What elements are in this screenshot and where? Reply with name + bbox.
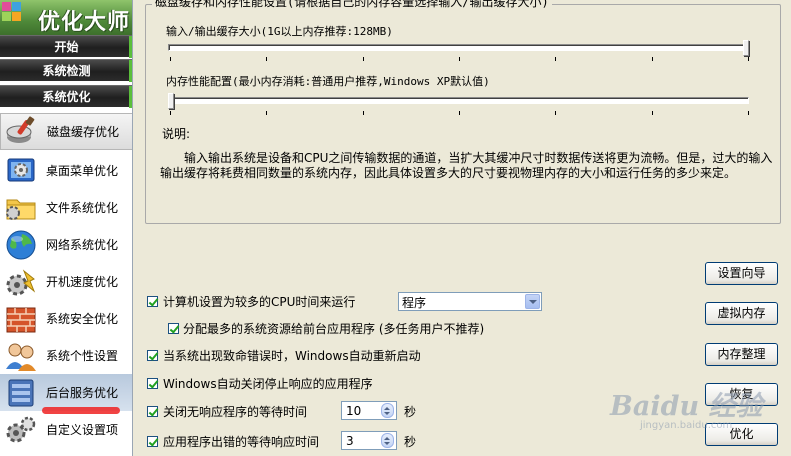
sidebar-item-label: 后台服务优化 (46, 386, 119, 400)
desktop-gear-icon (4, 154, 38, 188)
memory-defrag-button[interactable]: 内存整理 (705, 343, 778, 366)
memory-config-label: 内存性能配置(最小内存消耗:普通用户推荐,Windows XP默认值) (166, 75, 490, 88)
section-system-optimize-label: 系统优化 (42, 90, 91, 104)
group-title: 磁盘缓存和内存性能设置(请根据自己的内存容量选择输入/输出缓存大小) (152, 0, 552, 10)
slider-tick (266, 111, 267, 115)
virtual-memory-button[interactable]: 虚拟内存 (705, 302, 778, 325)
close-wait-checkbox[interactable] (147, 406, 158, 417)
auto-restart-label: 当系统出现致命错误时，Windows自动重新启动 (163, 349, 421, 363)
speed-gear-icon (4, 265, 38, 299)
close-wait-value: 10 (346, 404, 362, 418)
section-start[interactable]: 开始 (0, 35, 132, 58)
slider-tick (748, 57, 749, 61)
error-wait-unit: 秒 (404, 435, 417, 449)
memory-config-slider-ticks (170, 111, 750, 115)
auto-close-label: Windows自动关闭停止响应的应用程序 (163, 377, 373, 391)
sidebar-item-boot-speed[interactable]: 开机速度优化 (0, 263, 132, 300)
section-start-label: 开始 (54, 40, 79, 54)
optimize-button[interactable]: 优化 (705, 423, 778, 446)
cpu-priority-value: 程序 (402, 296, 427, 310)
chevron-down-icon[interactable] (525, 294, 540, 309)
slider-tick (459, 57, 460, 61)
io-cache-slider-ticks (170, 57, 750, 61)
description-text: 输入输出系统是设备和CPU之间传输数据的通道，当扩大其缓冲尺寸时数据传送将更为流… (160, 151, 773, 180)
slider-tick (748, 111, 749, 115)
slider-tick (652, 57, 653, 61)
sidebar-item-label: 系统个性设置 (46, 349, 119, 363)
folder-gear-icon (4, 191, 38, 225)
sidebar-item-security[interactable]: 系统安全优化 (0, 300, 132, 337)
gears-icon (4, 413, 38, 447)
slider-tick (652, 111, 653, 115)
slider-tick (363, 57, 364, 61)
cpu-time-checkbox[interactable] (147, 296, 158, 307)
io-cache-slider-thumb[interactable] (743, 40, 749, 56)
sidebar-item-label: 文件系统优化 (46, 201, 119, 215)
error-wait-label: 应用程序出错的等待响应时间 (163, 435, 320, 449)
section-system-check[interactable]: 系统检测 (0, 59, 132, 82)
sidebar-item-label: 自定义设置项 (46, 423, 119, 437)
slider-tick (555, 57, 556, 61)
redaction-mark (42, 407, 120, 414)
description-title: 说明: (162, 127, 191, 141)
close-wait-label: 关闭无响应程序的等待时间 (163, 405, 308, 419)
logo-squares-icon (2, 2, 32, 32)
slider-tick (266, 57, 267, 61)
sidebar-item-label: 桌面菜单优化 (46, 164, 119, 178)
sidebar-item-file-system[interactable]: 文件系统优化 (0, 189, 132, 226)
users-icon (4, 339, 38, 373)
sidebar-item-label: 磁盘缓存优化 (47, 125, 120, 139)
cpu-priority-select[interactable]: 程序 (398, 292, 542, 311)
foreground-priority-checkbox[interactable] (168, 323, 179, 334)
setup-wizard-button[interactable]: 设置向导 (705, 262, 778, 285)
sidebar-item-desktop-menu[interactable]: 桌面菜单优化 (0, 152, 132, 189)
restore-button[interactable]: 恢复 (705, 383, 778, 406)
sidebar-item-label: 网络系统优化 (46, 238, 119, 252)
spin-arrows-icon[interactable] (381, 403, 394, 418)
sidebar-item-personalize[interactable]: 系统个性设置 (0, 337, 132, 374)
firewall-icon (4, 302, 38, 336)
error-wait-spinner[interactable]: 3 (341, 431, 397, 450)
auto-close-checkbox[interactable] (147, 378, 158, 389)
error-wait-value: 3 (346, 434, 354, 448)
disk-brush-icon (5, 115, 39, 149)
app-logo: 优化大师 (0, 0, 132, 35)
section-system-check-label: 系统检测 (42, 64, 91, 78)
sidebar-item-label: 系统安全优化 (46, 312, 119, 326)
memory-config-slider-thumb[interactable] (168, 93, 174, 109)
slider-tick (555, 111, 556, 115)
cpu-time-label: 计算机设置为较多的CPU时间来运行 (163, 295, 356, 309)
memory-config-slider-track[interactable] (168, 97, 749, 104)
close-wait-unit: 秒 (404, 405, 417, 419)
auto-restart-checkbox[interactable] (147, 350, 158, 361)
slider-tick (170, 111, 171, 115)
foreground-priority-label: 分配最多的系统资源给前台应用程序 (多任务用户不推荐) (183, 322, 485, 336)
sidebar: 优化大师 开始 系统检测 系统优化 磁盘缓存优化 桌面菜单优化 文件系统优化 网… (0, 0, 133, 456)
spin-arrows-icon[interactable] (381, 433, 394, 448)
error-wait-checkbox[interactable] (147, 436, 158, 447)
sidebar-item-disk-cache[interactable]: 磁盘缓存优化 (0, 113, 132, 150)
server-icon (4, 376, 38, 410)
globe-icon (4, 228, 38, 262)
close-wait-spinner[interactable]: 10 (341, 401, 397, 420)
sidebar-item-network[interactable]: 网络系统优化 (0, 226, 132, 263)
app-logo-title: 优化大师 (38, 10, 131, 35)
slider-tick (363, 111, 364, 115)
slider-tick (459, 111, 460, 115)
io-cache-slider-track[interactable] (168, 44, 749, 51)
slider-tick (170, 57, 171, 61)
sidebar-item-background-service[interactable]: 后台服务优化 (0, 374, 132, 411)
section-system-optimize[interactable]: 系统优化 (0, 85, 132, 108)
sidebar-item-custom-settings[interactable]: 自定义设置项 (0, 411, 132, 448)
sidebar-item-label: 开机速度优化 (46, 275, 119, 289)
io-cache-label: 输入/输出缓存大小(1G以上内存推荐:128MB) (166, 25, 393, 38)
